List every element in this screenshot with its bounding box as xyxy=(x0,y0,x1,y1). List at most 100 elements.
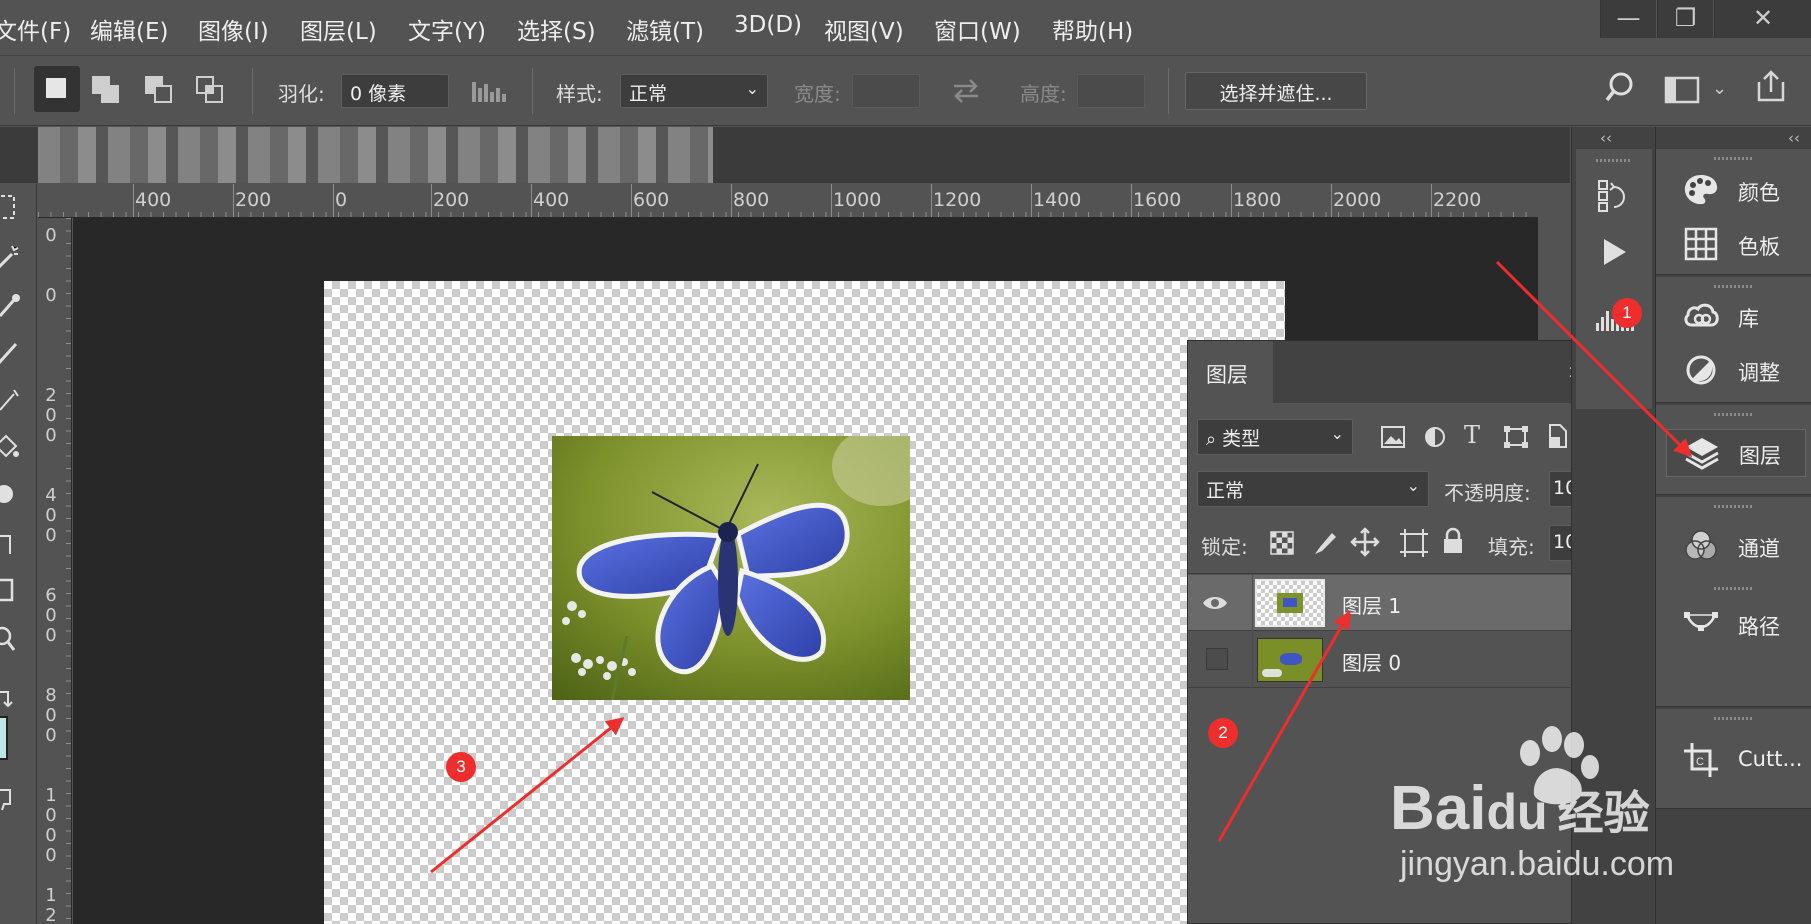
dock-label: 通道 xyxy=(1738,537,1780,561)
marquee-tool-icon[interactable] xyxy=(0,192,30,222)
close-icon: ✕ xyxy=(1752,4,1774,32)
select-and-mask-button[interactable]: 选择并遮住... xyxy=(1185,72,1367,110)
layer-name[interactable]: 图层 0 xyxy=(1342,647,1401,676)
collapse-dock-icon[interactable]: ‹‹ xyxy=(1788,129,1800,147)
width-label: 宽度: xyxy=(794,82,841,106)
add-selection-button[interactable] xyxy=(92,76,122,106)
layers-panel-button[interactable]: 图层 xyxy=(1666,429,1806,477)
layers-tab-label: 图层 xyxy=(1206,363,1248,387)
tools-panel xyxy=(0,184,37,924)
collapse-dock-icon[interactable]: ‹‹ xyxy=(1600,129,1612,147)
menu-file[interactable]: 文件(F) xyxy=(0,12,71,46)
menu-edit[interactable]: 编辑(E) xyxy=(90,12,168,46)
lock-artboard-icon[interactable] xyxy=(1400,529,1428,557)
ruler-label: 1 xyxy=(45,885,57,906)
filter-smart-objects-icon[interactable] xyxy=(1546,423,1568,449)
ruler-label: 0 xyxy=(45,725,57,746)
intersect-selection-button[interactable] xyxy=(196,76,226,106)
dock-label: 颜色 xyxy=(1738,181,1780,205)
visibility-eye-icon[interactable] xyxy=(1202,590,1228,616)
height-input[interactable] xyxy=(1077,74,1145,108)
subtract-selection-button[interactable] xyxy=(145,76,175,106)
color-panel-button[interactable]: 颜色 xyxy=(1666,167,1806,213)
lock-image-pixels-icon[interactable] xyxy=(1312,529,1338,557)
filter-adjustment-layers-icon[interactable] xyxy=(1423,425,1447,449)
menu-3d[interactable]: 3D(D) xyxy=(734,12,802,38)
ruler-label: 400 xyxy=(135,189,172,211)
width-input[interactable] xyxy=(852,74,920,108)
menu-image[interactable]: 图像(I) xyxy=(198,12,269,46)
actions-play-icon[interactable] xyxy=(1602,237,1628,267)
close-button[interactable]: ✕ xyxy=(1714,0,1811,38)
watermark-du: du xyxy=(1486,784,1548,840)
menu-window[interactable]: 窗口(W) xyxy=(934,12,1021,46)
lock-transparent-pixels-icon[interactable] xyxy=(1270,531,1294,555)
paths-panel-button[interactable]: 路径 xyxy=(1666,601,1806,647)
butterfly-layer-image[interactable] xyxy=(552,436,910,700)
libraries-panel-button[interactable]: 库 xyxy=(1666,293,1806,339)
ruler-label: 6 xyxy=(45,585,57,606)
menu-help[interactable]: 帮助(H) xyxy=(1052,12,1133,46)
swap-width-height-icon[interactable] xyxy=(950,76,982,106)
feather-input[interactable]: 0 像素 xyxy=(341,74,449,108)
swatches-panel-button[interactable]: 色板 xyxy=(1666,221,1806,267)
ruler-label: 200 xyxy=(433,189,470,211)
ruler-label: 2 xyxy=(45,905,57,924)
menu-type[interactable]: 文字(Y) xyxy=(408,12,486,46)
lock-position-icon[interactable] xyxy=(1350,527,1380,557)
clone-stamp-tool-icon[interactable] xyxy=(0,384,30,414)
pen-tool-icon[interactable] xyxy=(0,528,30,558)
lock-all-icon[interactable] xyxy=(1442,527,1464,555)
menu-select[interactable]: 选择(S) xyxy=(517,12,596,46)
menu-layer[interactable]: 图层(L) xyxy=(300,12,377,46)
menu-view[interactable]: 视图(V) xyxy=(824,12,904,46)
ruler-label: 0 xyxy=(45,285,57,306)
paths-icon xyxy=(1684,612,1718,631)
adjustments-panel-button[interactable]: 调整 xyxy=(1666,347,1806,393)
dock-label: 路径 xyxy=(1738,615,1780,639)
brush-tool-icon[interactable] xyxy=(0,336,30,366)
channels-panel-button[interactable]: 通道 xyxy=(1666,523,1806,569)
layers-panel-tab[interactable]: 图层 xyxy=(1188,341,1273,403)
paint-bucket-tool-icon[interactable] xyxy=(0,432,30,462)
menu-filter[interactable]: 滤镜(T) xyxy=(626,12,704,46)
minimize-button[interactable]: — xyxy=(1600,0,1656,38)
style-select[interactable]: 正常 ⌄ xyxy=(620,74,768,108)
filter-shape-layers-icon[interactable] xyxy=(1503,425,1529,449)
ruler-label: 400 xyxy=(533,189,570,211)
layer-row[interactable]: 图层 0 xyxy=(1188,632,1622,688)
shape-tool-icon[interactable] xyxy=(0,576,30,606)
anti-alias-icon[interactable] xyxy=(470,78,510,104)
swap-colors-icon[interactable] xyxy=(0,684,30,714)
ruler-vertical: 0 0 2 0 0 4 0 0 6 0 0 8 0 0 1 0 0 0 1 2 xyxy=(38,218,72,924)
workspace-icon[interactable] xyxy=(1664,76,1702,104)
layer-name[interactable]: 图层 1 xyxy=(1342,590,1401,619)
layer-row[interactable]: 图层 1 xyxy=(1188,575,1622,631)
filter-pixel-layers-icon[interactable] xyxy=(1380,425,1406,449)
layer-thumbnail[interactable] xyxy=(1255,579,1325,627)
filter-type-layers-icon[interactable]: T xyxy=(1464,421,1480,449)
quick-mask-icon[interactable] xyxy=(0,784,30,814)
ruler-label: 8 xyxy=(45,685,57,706)
foreground-color-swatch[interactable] xyxy=(0,716,30,766)
new-selection-button[interactable] xyxy=(34,66,80,112)
eyedropper-tool-icon[interactable] xyxy=(0,288,30,318)
layer-filter-kind-select[interactable]: ⌕ 类型 ⌄ xyxy=(1197,419,1353,455)
watermark-brand: Bai xyxy=(1390,774,1487,843)
layers-icon xyxy=(1685,438,1719,470)
restore-button[interactable]: ❐ xyxy=(1657,0,1713,38)
watermark-suffix: 经验 xyxy=(1557,787,1650,839)
workspace-dropdown-icon[interactable]: ⌄ xyxy=(1712,78,1727,99)
adjustments-icon xyxy=(1686,355,1716,385)
feather-label: 羽化: xyxy=(278,82,325,106)
visibility-toggle-empty[interactable] xyxy=(1206,648,1228,670)
magic-wand-tool-icon[interactable] xyxy=(0,240,30,270)
zoom-tool-icon[interactable] xyxy=(0,624,30,654)
search-icon[interactable] xyxy=(1604,71,1634,105)
share-icon[interactable] xyxy=(1755,68,1787,104)
layer-thumbnail[interactable] xyxy=(1257,638,1323,682)
blend-mode-select[interactable]: 正常 ⌄ xyxy=(1197,471,1429,507)
dodge-tool-icon[interactable] xyxy=(0,480,30,510)
document-tab[interactable] xyxy=(38,127,713,183)
history-icon[interactable] xyxy=(1598,179,1630,213)
